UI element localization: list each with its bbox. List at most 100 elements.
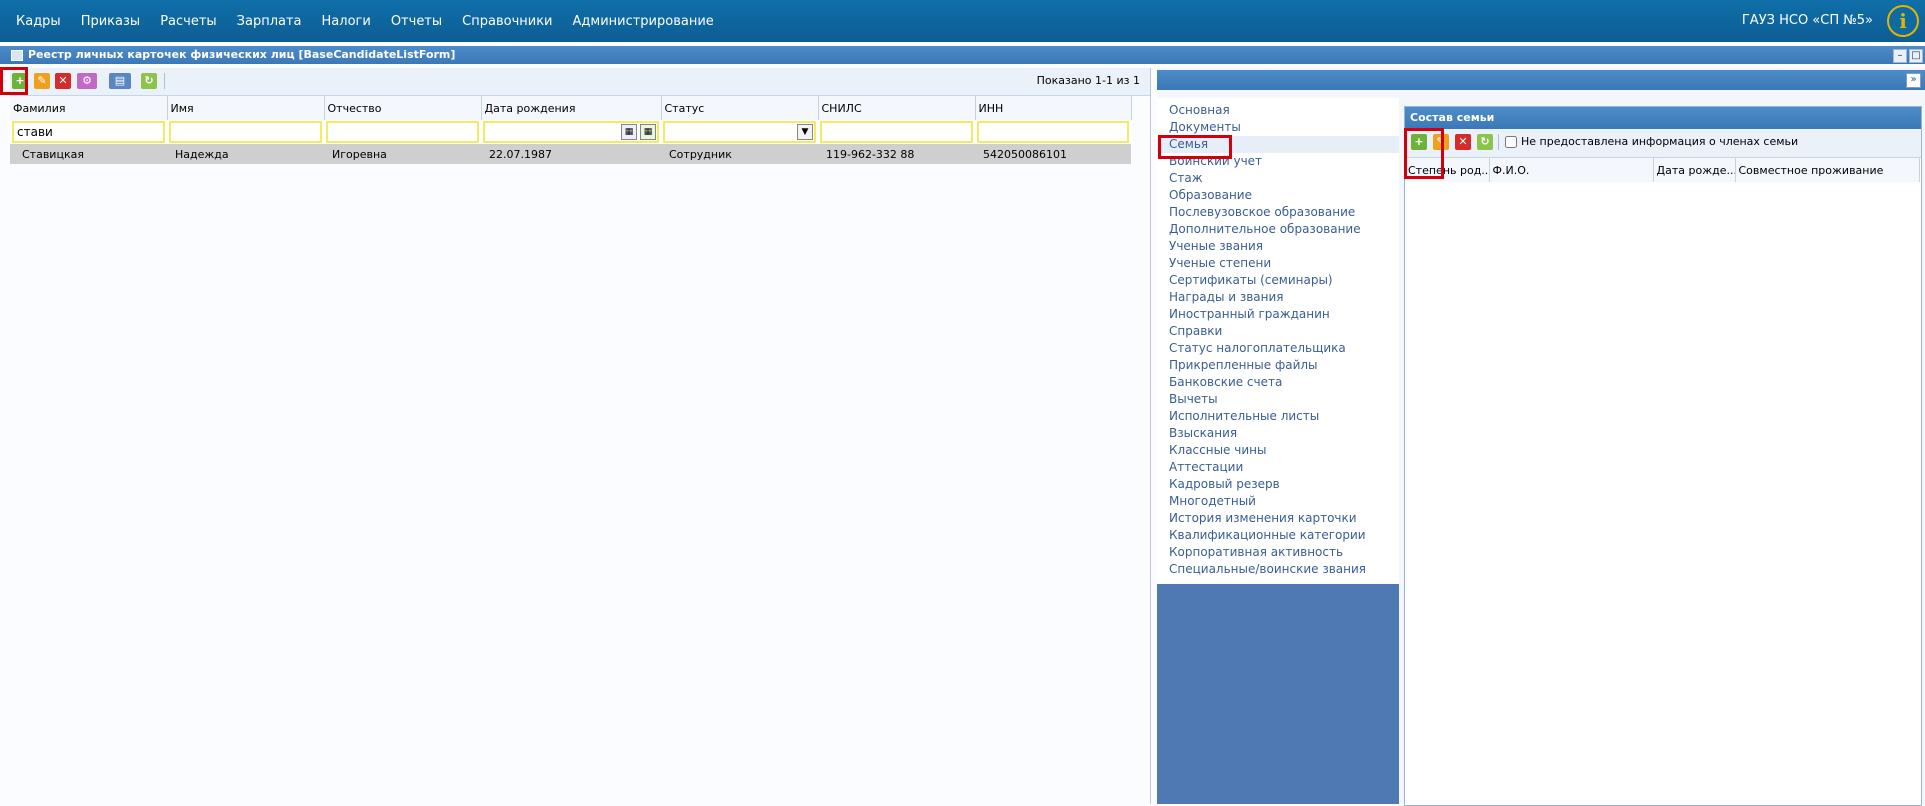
no-info-checkbox-label[interactable]: Не предоставлена информация о членах сем… (1505, 135, 1798, 148)
section-stazh[interactable]: Стаж (1157, 170, 1399, 187)
section-kadrovy-rezerv[interactable]: Кадровый резерв (1157, 476, 1399, 493)
section-isp-listy[interactable]: Исполнительные листы (1157, 408, 1399, 425)
cell-surname: Ставицкая (10, 144, 167, 164)
cell-snils: 119-962-332 88 (818, 144, 975, 164)
section-nagrady[interactable]: Награды и звания (1157, 289, 1399, 306)
calendar-icon[interactable]: ▦ (621, 124, 637, 140)
section-faily[interactable]: Прикрепленные файлы (1157, 357, 1399, 374)
add-family-highlight (1404, 128, 1444, 179)
col-birthdate[interactable]: Дата рождения (481, 96, 662, 120)
section-dop-obrazovanie[interactable]: Дополнительное образование (1157, 221, 1399, 238)
section-spravki[interactable]: Справки (1157, 323, 1399, 340)
section-uchenye-zvaniya[interactable]: Ученые звания (1157, 238, 1399, 255)
minimize-icon[interactable]: – (1893, 49, 1907, 63)
cell-status: Сотрудник (661, 144, 818, 164)
filter-patronymic-input[interactable] (326, 121, 479, 143)
add-button-highlight (0, 67, 28, 95)
section-uchenye-stepeni[interactable]: Ученые степени (1157, 255, 1399, 272)
col-name[interactable]: Имя (167, 96, 325, 120)
records-count: Показано 1-1 из 1 (1036, 74, 1140, 87)
section-dokumenty[interactable]: Документы (1157, 119, 1399, 136)
family-panel: Состав семьи + ✎ ✕ ↻ Не предоставлена ин… (1404, 106, 1922, 806)
col-patronymic[interactable]: Отчество (324, 96, 482, 120)
form-title-bar: Реестр личных карточек физических лиц [B… (0, 46, 1925, 64)
toolbar-separator (1498, 134, 1499, 150)
no-info-checkbox[interactable] (1505, 135, 1517, 148)
col-cohabitation[interactable]: Совместное проживание (1735, 158, 1920, 182)
sections-items: Основная Документы Семья Воинский учет С… (1157, 98, 1399, 584)
info-icon[interactable]: i (1887, 5, 1919, 37)
toolbar-separator (164, 73, 165, 89)
refresh-icon[interactable]: ↻ (141, 73, 157, 89)
col-fio[interactable]: Ф.И.О. (1489, 158, 1654, 182)
col-family-birthdate[interactable]: Дата рожде... (1653, 158, 1736, 182)
section-mnogodetny[interactable]: Многодетный (1157, 493, 1399, 510)
chevron-down-icon[interactable]: ▼ (797, 124, 813, 140)
section-osnovnaya[interactable]: Основная (1157, 102, 1399, 119)
refresh-family-icon[interactable]: ↻ (1477, 134, 1493, 150)
section-bank-scheta[interactable]: Банковские счета (1157, 374, 1399, 391)
registry-toolbar: + ✎ ✕ ⚙ ▤ ↻ Показано 1-1 из 1 (10, 68, 1150, 96)
col-surname[interactable]: Фамилия (10, 96, 168, 120)
delete-icon[interactable]: ✕ (55, 73, 71, 89)
section-obrazovanie[interactable]: Образование (1157, 187, 1399, 204)
table-row[interactable]: Ставицкая Надежда Игоревна 22.07.1987 Со… (10, 144, 1131, 164)
menu-prikazy[interactable]: Приказы (71, 14, 150, 29)
selected-section-highlight (1158, 135, 1232, 159)
cell-inn: 542050086101 (975, 144, 1131, 164)
panel-splitter[interactable] (1150, 68, 1151, 804)
registry-panel: + ✎ ✕ ⚙ ▤ ↻ Показано 1-1 из 1 Фамилия Им… (0, 67, 1150, 804)
section-status-nalog[interactable]: Статус налогоплательщика (1157, 340, 1399, 357)
section-istoriya[interactable]: История изменения карточки (1157, 510, 1399, 527)
menu-administrirovanie[interactable]: Администрирование (563, 14, 724, 29)
registry-grid: Фамилия Имя Отчество Дата рождения Стату… (10, 96, 1132, 164)
window-icon (11, 50, 23, 61)
filter-inn-input[interactable] (977, 121, 1129, 143)
section-inostranny[interactable]: Иностранный гражданин (1157, 306, 1399, 323)
filter-snils-input[interactable] (820, 121, 973, 143)
card-sections-list: Основная Документы Семья Воинский учет С… (1157, 98, 1399, 804)
col-snils[interactable]: СНИЛС (818, 96, 976, 120)
menu-raschety[interactable]: Расчеты (150, 14, 226, 29)
section-poslevuz[interactable]: Послевузовское образование (1157, 204, 1399, 221)
section-specialnye-zvaniya[interactable]: Специальные/воинские звания (1157, 561, 1399, 578)
cell-birthdate: 22.07.1987 (481, 144, 661, 164)
edit-icon[interactable]: ✎ (34, 73, 50, 89)
family-grid-header: Степень род... Ф.И.О. Дата рожде... Совм… (1405, 158, 1920, 182)
cell-name: Надежда (167, 144, 324, 164)
section-korporativnaya[interactable]: Корпоративная активность (1157, 544, 1399, 561)
family-grid: Степень род... Ф.И.О. Дата рожде... Совм… (1405, 158, 1920, 182)
section-attestacii[interactable]: Аттестации (1157, 459, 1399, 476)
grid-header: Фамилия Имя Отчество Дата рождения Стату… (10, 96, 1132, 120)
actions-menu-icon[interactable]: ⚙ (77, 73, 97, 89)
main-menu: Кадры Приказы Расчеты Зарплата Налоги От… (6, 0, 724, 42)
form-title: Реестр личных карточек физических лиц [B… (28, 48, 456, 61)
print-menu-icon[interactable]: ▤ (109, 73, 131, 89)
expand-icon[interactable]: » (1906, 73, 1921, 88)
date-range-icon[interactable]: ▦ (640, 124, 656, 140)
cell-patronymic: Игоревна (324, 144, 481, 164)
section-sertifikaty[interactable]: Сертификаты (семинары) (1157, 272, 1399, 289)
col-status[interactable]: Статус (661, 96, 819, 120)
filter-row: ▦ ▦ ▼ (10, 120, 1131, 144)
section-klassnye-chiny[interactable]: Классные чины (1157, 442, 1399, 459)
col-inn[interactable]: ИНН (975, 96, 1132, 120)
family-title: Состав семьи (1405, 107, 1921, 129)
card-details-panel: » Основная Документы Семья Воинский учет… (1157, 68, 1925, 806)
section-kvalif-kategorii[interactable]: Квалификационные категории (1157, 527, 1399, 544)
organization-name: ГАУЗ НСО «СП №5» (1741, 13, 1873, 28)
filter-surname-input[interactable] (12, 121, 165, 143)
menu-otchety[interactable]: Отчеты (381, 14, 452, 29)
no-info-text: Не предоставлена информация о членах сем… (1521, 135, 1799, 148)
details-header: » (1157, 70, 1925, 90)
maximize-icon[interactable]: □ (1909, 49, 1923, 63)
delete-family-icon[interactable]: ✕ (1455, 134, 1471, 150)
section-vychety[interactable]: Вычеты (1157, 391, 1399, 408)
menu-zarplata[interactable]: Зарплата (227, 14, 312, 29)
filter-status-select[interactable] (663, 121, 816, 143)
menu-nalogi[interactable]: Налоги (312, 14, 381, 29)
section-vzyskaniya[interactable]: Взыскания (1157, 425, 1399, 442)
menu-spravochniki[interactable]: Справочники (452, 14, 562, 29)
filter-name-input[interactable] (169, 121, 322, 143)
menu-kadry[interactable]: Кадры (6, 14, 71, 29)
